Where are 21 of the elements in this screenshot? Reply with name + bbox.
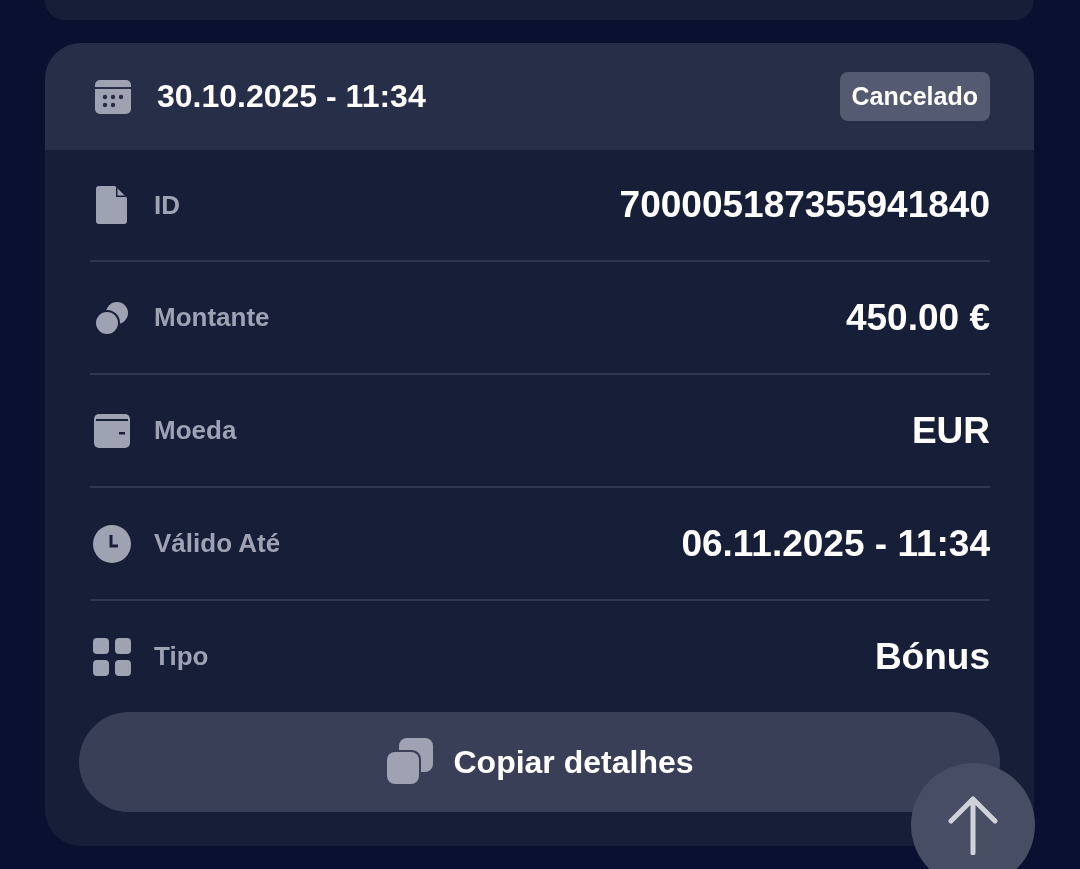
detail-label: Tipo: [154, 641, 210, 672]
detail-label: Válido Até: [154, 528, 282, 559]
detail-value: 450.00 €: [845, 296, 990, 339]
detail-label: ID: [154, 189, 181, 221]
detail-value: Bónus: [874, 635, 990, 678]
coins-icon: [94, 299, 130, 336]
detail-value: EUR: [911, 409, 990, 452]
detail-label: Moeda: [154, 415, 238, 446]
grid-icon: [93, 637, 131, 676]
status-badge: Cancelado: [839, 72, 990, 121]
wallet-icon: [94, 413, 130, 448]
calendar-icon: [95, 79, 131, 114]
copy-details-button[interactable]: Copiar detalhes: [79, 712, 1000, 812]
arrow-up-icon: [947, 795, 999, 855]
detail-label: Montante: [154, 302, 271, 333]
copy-icon: [385, 738, 434, 786]
document-icon: [95, 186, 129, 224]
clock-icon: [93, 524, 131, 563]
detail-value: 700005187355941840: [619, 184, 990, 226]
detail-value: 06.11.2025 - 11:34: [681, 522, 990, 565]
transaction-date: 30.10.2025 - 11:34: [157, 78, 427, 115]
